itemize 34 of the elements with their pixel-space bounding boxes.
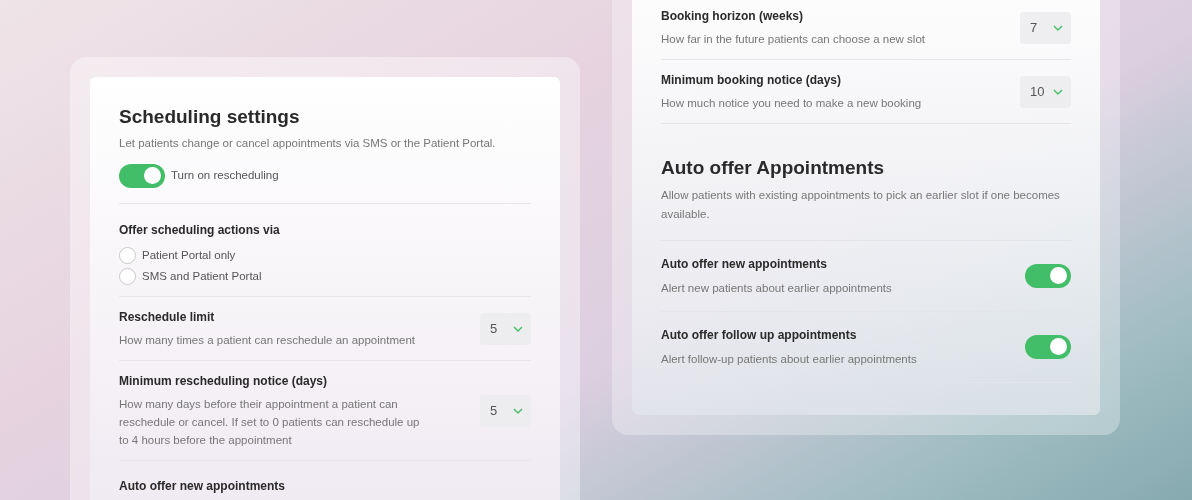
radio-option[interactable]: Patient Portal only <box>119 246 531 264</box>
toggle-switch[interactable] <box>1025 334 1071 359</box>
section-title: Auto offer Appointments <box>661 156 886 180</box>
setting-title: Minimum rescheduling notice (days) <box>119 373 329 391</box>
toggle-switch[interactable] <box>1025 263 1071 288</box>
setting-title: Reschedule limit <box>119 309 216 327</box>
card-title: Scheduling settings <box>119 105 301 129</box>
setting-title: Minimum booking notice (days) <box>661 72 842 89</box>
setting-description: How much notice you need to make a new booking <box>661 96 923 111</box>
setting-description: How many days before their appointment a patient can reschedule or cancel. If set to 0 patients can reschedule up to 4 hours before the appointment <box>119 397 421 449</box>
radio-button[interactable] <box>119 246 136 264</box>
number-select[interactable]: 10 <box>1020 75 1071 108</box>
toggle-switch[interactable] <box>119 163 165 188</box>
setting-title: Auto offer new appointments <box>119 479 285 494</box>
setting-title: Auto offer new appointments <box>661 255 828 273</box>
radio-option[interactable]: SMS and Patient Portal <box>119 268 531 286</box>
setting-description: How far in the future patients can choose a new slot <box>661 32 926 47</box>
card-subtitle: Let patients change or cancel appointments via SMS or the Patient Portal. <box>119 135 497 151</box>
number-select[interactable]: 7 <box>1020 11 1071 44</box>
number-select[interactable]: 5 <box>480 312 531 345</box>
chevron-down-icon <box>513 407 523 414</box>
chevron-down-icon <box>513 325 523 332</box>
setting-title: Booking horizon (weeks) <box>661 8 804 25</box>
number-select[interactable]: 5 <box>480 394 531 427</box>
setting-title: Auto offer follow up appointments <box>661 326 858 344</box>
chevron-down-icon <box>1053 24 1063 31</box>
setting-description: How many times a patient can reschedule an appointment <box>119 333 416 349</box>
radio-button[interactable] <box>119 268 136 286</box>
section-label: Offer scheduling actions via <box>119 221 281 239</box>
setting-description: Alert follow-up patients about earlier appointments <box>661 351 917 367</box>
toggle-label: Turn on rescheduling <box>171 168 279 184</box>
section-subtitle: Allow patients with existing appointments to pick an earlier slot if one becomes available. <box>661 185 1071 241</box>
chevron-down-icon <box>1053 88 1063 95</box>
setting-description: Alert new patients about earlier appointments <box>661 280 892 296</box>
